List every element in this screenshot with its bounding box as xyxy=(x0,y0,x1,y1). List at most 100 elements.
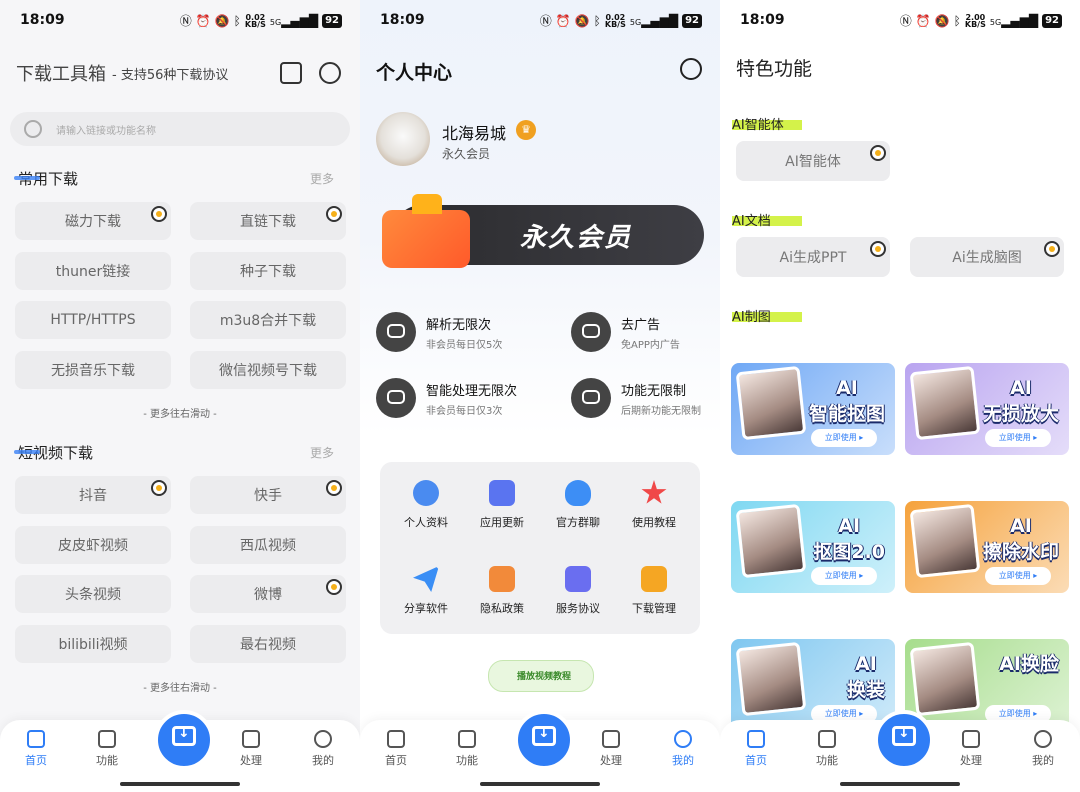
video-item[interactable]: 快手 xyxy=(190,476,346,514)
feature-item[interactable]: Ai生成脑图 xyxy=(910,237,1064,277)
nav-mine[interactable]: 我的 xyxy=(658,730,708,768)
search-input[interactable]: 请输入链接或功能名称 xyxy=(10,112,350,146)
user-settings-icon xyxy=(413,480,439,506)
grid-item-share[interactable]: 分享软件 xyxy=(386,566,466,616)
home-icon xyxy=(387,730,405,748)
download-fab[interactable] xyxy=(874,710,934,770)
grid-item-terms[interactable]: 服务协议 xyxy=(538,566,618,616)
feature-card-outfit[interactable]: AI 换装 立即使用 ▸ xyxy=(731,639,895,731)
grid-item-update[interactable]: 应用更新 xyxy=(462,480,542,530)
member-status: 永久会员 xyxy=(442,147,491,161)
hot-icon xyxy=(1044,241,1060,257)
hot-icon xyxy=(870,145,886,161)
section-title-image: AI制图 xyxy=(732,306,802,325)
video-item[interactable]: 西瓜视频 xyxy=(190,526,346,564)
nav-features[interactable]: 功能 xyxy=(82,730,132,768)
feature-card-faceswap[interactable]: AI换脸 立即使用 ▸ xyxy=(905,639,1069,731)
download-fab[interactable] xyxy=(514,710,574,770)
scroll-hint: - 更多往右滑动 - xyxy=(143,409,217,420)
grid-item-profile[interactable]: 个人资料 xyxy=(386,480,466,530)
feature-item[interactable]: AI智能体 xyxy=(736,141,890,181)
common-item[interactable]: 微信视频号下载 xyxy=(190,351,346,389)
video-item[interactable]: 抖音 xyxy=(15,476,171,514)
more-link-common[interactable]: 更多 xyxy=(310,170,334,187)
signal-icon: 5G▂▄▆█ xyxy=(269,13,319,28)
grid-item-tutorial[interactable]: 使用教程 xyxy=(614,480,694,530)
video-item[interactable]: 最右视频 xyxy=(190,625,346,663)
common-item[interactable]: 种子下载 xyxy=(190,252,346,290)
use-now-button[interactable]: 立即使用 ▸ xyxy=(985,429,1051,447)
download-fab[interactable] xyxy=(154,710,214,770)
feature-card-cutout[interactable]: AI 智能抠图 立即使用 ▸ xyxy=(731,363,895,455)
status-icons: Ⓝ ⏰ 🔕 ᛒ 0.02 KB/S 5G▂▄▆█ 92 xyxy=(180,12,342,29)
section-title-common: 常用下载 xyxy=(13,170,79,188)
agreement-icon xyxy=(565,566,591,592)
nav-mine[interactable]: 我的 xyxy=(1018,730,1068,768)
alarm-icon: ⏰ xyxy=(555,13,571,28)
section-title-docs: AI文档 xyxy=(732,210,802,229)
page-title: 下载工具箱 xyxy=(16,64,106,85)
page-subtitle: - 支持56种下载协议 xyxy=(112,68,229,83)
hot-icon xyxy=(151,480,167,496)
star-icon xyxy=(641,480,667,504)
nav-home[interactable]: 首页 xyxy=(11,730,61,768)
user-icon xyxy=(314,730,332,748)
tutorial-banner[interactable]: 播放视频教程 xyxy=(488,660,594,692)
video-item[interactable]: 头条视频 xyxy=(15,575,171,613)
feature-card-upscale[interactable]: AI 无损放大 立即使用 ▸ xyxy=(905,363,1069,455)
grid-item-privacy[interactable]: 隐私政策 xyxy=(462,566,542,616)
nav-process[interactable]: 处理 xyxy=(586,730,636,768)
notes-icon[interactable] xyxy=(280,62,302,84)
scroll-hint: - 更多往右滑动 - xyxy=(143,683,217,694)
nav-features[interactable]: 功能 xyxy=(802,730,852,768)
settings-icon[interactable] xyxy=(319,62,341,84)
hot-icon xyxy=(151,206,167,222)
alarm-icon: ⏰ xyxy=(915,13,931,28)
video-item[interactable]: 皮皮虾视频 xyxy=(15,526,171,564)
page-title: 特色功能 xyxy=(736,58,813,80)
user-icon xyxy=(1034,730,1052,748)
feature-card-cutout-v2[interactable]: AI 抠图2.0 立即使用 ▸ xyxy=(731,501,895,593)
gift-icon xyxy=(382,194,470,268)
video-item[interactable]: 微博 xyxy=(190,575,346,613)
avatar[interactable] xyxy=(376,112,430,166)
download-folder-icon xyxy=(172,725,196,746)
common-item[interactable]: 无损音乐下载 xyxy=(15,351,171,389)
settings-icon[interactable] xyxy=(680,58,702,80)
common-item[interactable]: 直链下载 xyxy=(190,202,346,240)
bottom-nav: 首页 功能 处理 我的 xyxy=(720,710,1080,792)
video-item[interactable]: bilibili视频 xyxy=(15,625,171,663)
search-placeholder: 请输入链接或功能名称 xyxy=(56,126,156,137)
ticket-icon xyxy=(376,378,416,418)
use-now-button[interactable]: 立即使用 ▸ xyxy=(985,567,1051,585)
common-item[interactable]: thuner链接 xyxy=(15,252,171,290)
nav-home[interactable]: 首页 xyxy=(371,730,421,768)
nav-mine[interactable]: 我的 xyxy=(298,730,348,768)
perk-item: 功能无限制 后期新功能无限制 xyxy=(571,378,720,426)
common-item[interactable]: HTTP/HTTPS xyxy=(15,301,171,339)
home-icon xyxy=(747,730,765,748)
feature-item[interactable]: Ai生成PPT xyxy=(736,237,890,277)
nav-process[interactable]: 处理 xyxy=(226,730,276,768)
grid-icon xyxy=(458,730,476,748)
portrait-image xyxy=(909,365,981,441)
signal-icon: 5G▂▄▆█ xyxy=(629,13,679,28)
common-item[interactable]: 磁力下载 xyxy=(15,202,171,240)
username: 北海易城 xyxy=(442,124,507,143)
home-screen: 18:09 Ⓝ ⏰ 🔕 ᛒ 0.02 KB/S 5G▂▄▆█ 92 下载工具箱 -… xyxy=(0,0,360,792)
nav-features[interactable]: 功能 xyxy=(442,730,492,768)
nav-process[interactable]: 处理 xyxy=(946,730,996,768)
process-icon xyxy=(962,730,980,748)
grid-icon xyxy=(98,730,116,748)
common-item[interactable]: m3u8合并下载 xyxy=(190,301,346,339)
feature-card-watermark[interactable]: AI 擦除水印 立即使用 ▸ xyxy=(905,501,1069,593)
page-title: 个人中心 xyxy=(376,62,453,84)
grid-item-group[interactable]: 官方群聊 xyxy=(538,480,618,530)
nav-home[interactable]: 首页 xyxy=(731,730,781,768)
use-now-button[interactable]: 立即使用 ▸ xyxy=(811,567,877,585)
grid-item-downloads[interactable]: 下载管理 xyxy=(614,566,694,616)
use-now-button[interactable]: 立即使用 ▸ xyxy=(811,429,877,447)
net-speed: 2.00 KB/S xyxy=(964,12,986,29)
nfc-icon: Ⓝ xyxy=(179,14,192,28)
more-link-video[interactable]: 更多 xyxy=(310,444,334,461)
